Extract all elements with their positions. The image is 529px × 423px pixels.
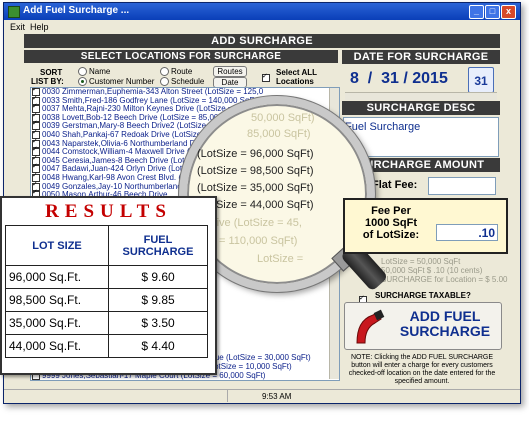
checkbox-icon [262, 72, 270, 82]
minimize-button[interactable]: _ [469, 5, 484, 19]
example-line-1: LotSize = 50,000 SqFt [381, 257, 461, 266]
sort-option-schedule[interactable]: Schedule [160, 77, 204, 87]
lot-size-cell: 44,000 Sq.Ft. [5, 334, 109, 358]
status-pane-left [4, 390, 228, 402]
title-bar[interactable]: Add Fuel Surcharge ... _ □ x [4, 3, 520, 20]
mag-row: (LotSize = 96,000 SqFt) [197, 148, 314, 160]
table-row: 98,500 Sq.Ft. $ 9.85 [5, 288, 208, 312]
close-button[interactable]: x [501, 5, 516, 19]
select-all-label: Select ALL Locations [276, 68, 317, 86]
table-row: 44,000 Sq.Ft. $ 4.40 [5, 334, 208, 358]
radio-selected-icon [78, 77, 87, 87]
lot-size-cell: 96,000 Sq.Ft. [5, 265, 109, 289]
sort-label-2: LIST BY: [31, 77, 64, 86]
sort-panel: SORT LIST BY: Name Route Customer Number… [28, 65, 338, 88]
fuel-pump-icon [356, 309, 385, 344]
status-time: 9:53 AM [262, 392, 292, 401]
results-col-lot: LOT SIZE [5, 225, 109, 266]
date-value[interactable]: 8 / 31 / 2015 [350, 70, 448, 88]
mag-row: Drive (LotSize = 45, [205, 217, 302, 229]
results-col-fee: FUEL SURCHARGE [108, 225, 208, 266]
routes-button[interactable]: Routes [213, 66, 247, 77]
results-table: LOT SIZE FUEL SURCHARGE 96,000 Sq.Ft. $ … [5, 225, 208, 358]
surcharge-desc-value: Fuel Surcharge [345, 121, 421, 133]
surcharge-desc-input[interactable]: Fuel Surcharge [343, 117, 499, 157]
lot-size-cell: 35,000 Sq.Ft. [5, 311, 109, 335]
app-icon [8, 6, 20, 18]
menu-exit[interactable]: Exit [10, 22, 25, 32]
menu-bar: Exit Help [4, 20, 520, 34]
calendar-icon[interactable]: 31 [468, 67, 494, 93]
flat-fee-label: Flat Fee: [372, 179, 418, 191]
table-row: 35,000 Sq.Ft. $ 3.50 [5, 311, 208, 335]
results-panel: RESULTS LOT SIZE FUEL SURCHARGE 96,000 S… [0, 196, 217, 375]
taxable-label: SURCHARGE TAXABLE? [375, 291, 471, 300]
sort-label: SORT [40, 68, 63, 77]
mag-row: (LotSize = 35,000 SqFt) [197, 182, 314, 194]
sort-option-customer-number[interactable]: Customer Number [78, 77, 154, 87]
mag-row: 85,000 SqFt) [247, 128, 311, 140]
mag-row: 50,000 SqFt) [251, 112, 315, 124]
fee-per-input[interactable]: .10 [436, 224, 498, 241]
fee-cell: $ 3.50 [108, 311, 208, 335]
radio-icon [78, 67, 87, 77]
fee-per-callout: Fee Per 1000 SqFt of LotSize: .10 [343, 198, 508, 254]
sort-option-route[interactable]: Route [160, 67, 192, 77]
fee-per-label-3: of LotSize: [362, 229, 420, 241]
mag-row: = 110,000 SqFt) [219, 235, 298, 247]
menu-help[interactable]: Help [30, 22, 49, 32]
example-line-3: SURCHARGE for Location = $ 5.00 [381, 275, 508, 284]
desc-title: SURCHARGE DESC [342, 101, 500, 115]
add-button-line1: ADD FUEL [409, 308, 481, 324]
mag-row: LotSize = [257, 253, 304, 265]
radio-icon [160, 77, 169, 87]
example-line-2: 50,000 SqFt $ .10 (10 cents) [381, 266, 483, 275]
fee-cell: $ 4.40 [108, 334, 208, 358]
radio-icon [160, 67, 169, 77]
add-fuel-surcharge-button[interactable]: ADD FUEL SURCHARGE [344, 302, 502, 350]
select-all-checkbox[interactable] [262, 69, 272, 87]
fee-per-label-2: 1000 SqFt [365, 217, 417, 229]
date-scrollbar[interactable] [345, 92, 497, 100]
flat-fee-input[interactable] [428, 177, 496, 195]
lot-size-cell: 98,500 Sq.Ft. [5, 288, 109, 312]
fee-cell: $ 9.85 [108, 288, 208, 312]
window-title: Add Fuel Surcharge ... [23, 5, 130, 16]
note-text: NOTE: Clicking the ADD FUEL SURCHARGE bu… [348, 354, 496, 385]
locations-title: SELECT LOCATIONS FOR SURCHARGE [24, 50, 338, 63]
sort-option-name[interactable]: Name [78, 67, 110, 77]
mag-row: (LotSize = 98,500 SqFt) [197, 165, 314, 177]
add-button-line2: SURCHARGE [399, 323, 491, 339]
fee-cell: $ 9.60 [108, 265, 208, 289]
fee-per-label: Fee Per [371, 205, 411, 217]
page-title: ADD SURCHARGE [24, 34, 500, 48]
date-title: DATE FOR SURCHARGE [342, 50, 500, 64]
status-bar: 9:53 AM [4, 389, 520, 403]
results-title: RESULTS [45, 201, 172, 222]
table-row: 96,000 Sq.Ft. $ 9.60 [5, 265, 208, 289]
maximize-button[interactable]: □ [485, 5, 500, 19]
